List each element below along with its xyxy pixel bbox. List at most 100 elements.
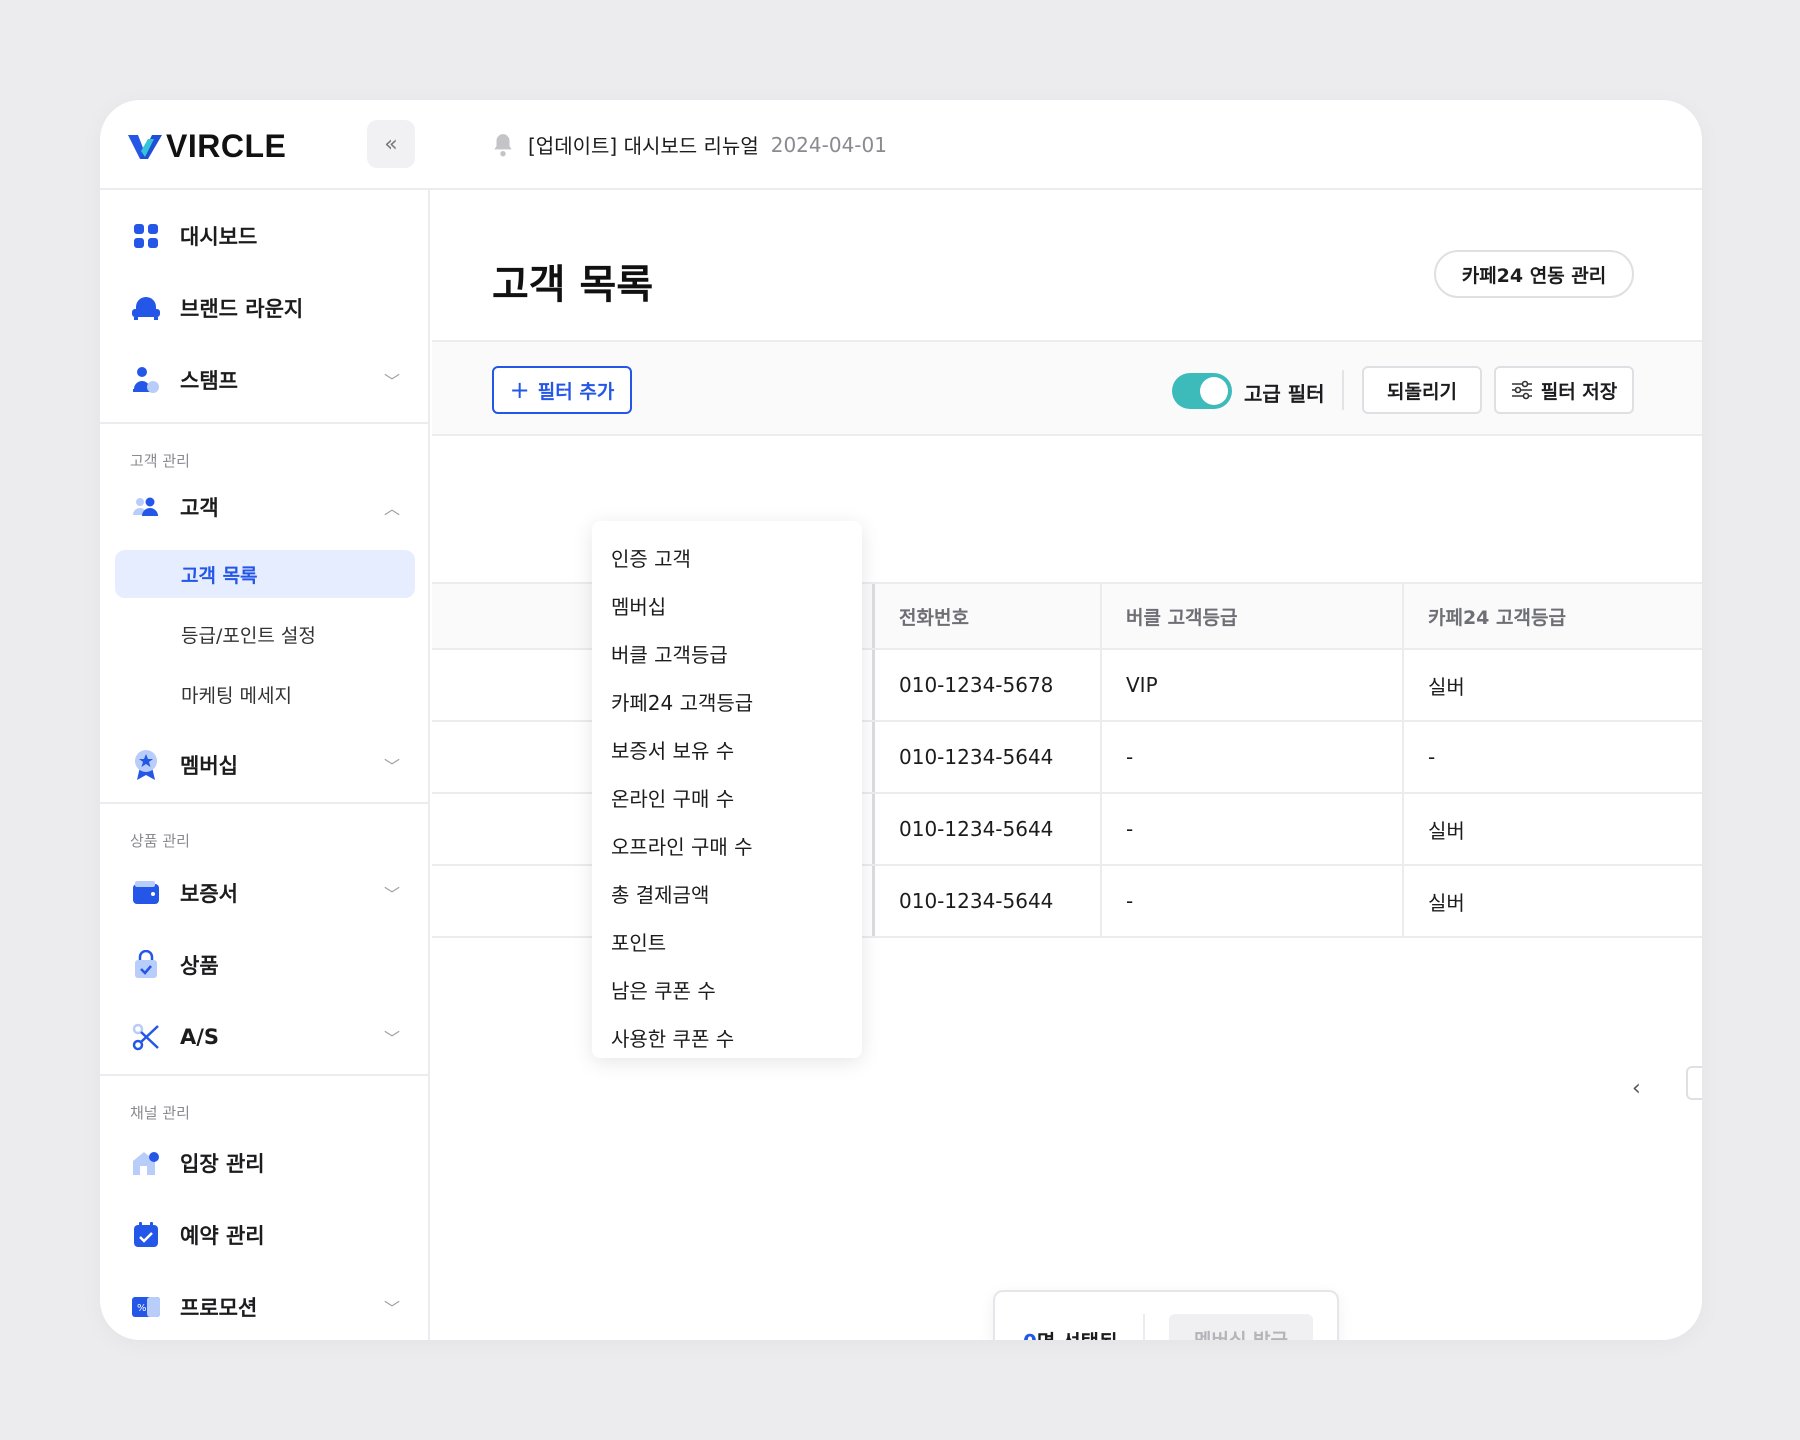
stamp-icon (130, 364, 162, 396)
svg-text:%: % (137, 1303, 147, 1314)
pagination-page-button[interactable] (1686, 1066, 1702, 1100)
selected-count-number: 0 (1023, 1330, 1037, 1340)
cell-cafe24-grade: 실버 (1402, 650, 1702, 720)
collapse-sidebar-button[interactable]: « (367, 120, 415, 168)
app-window: VIRCLE « [업데이트] 대시보드 리뉴얼 2024-04-01 대시보드… (100, 100, 1702, 1340)
cell-cafe24-grade: 실버 (1402, 794, 1702, 864)
save-filter-button[interactable]: 필터 저장 (1494, 366, 1634, 414)
sidebar-item-label: 대시보드 (180, 225, 258, 249)
issue-membership-button[interactable]: 멤버십 발급 (1169, 1314, 1313, 1340)
chevron-down-icon: ﹀ (383, 757, 400, 776)
filter-option[interactable]: 멤버십 (611, 591, 666, 620)
column-header-cafe24-grade[interactable]: 카페24 고객등급 (1402, 584, 1702, 648)
save-filter-label: 필터 저장 (1540, 380, 1618, 403)
filter-bar: + 필터 추가 고급 필터 되돌리기 필터 저장 (432, 340, 1702, 436)
filter-bar-separator (1342, 370, 1344, 410)
reset-button[interactable]: 되돌리기 (1362, 366, 1482, 414)
sidebar-item-label: 프로모션 (180, 1296, 258, 1320)
cell-phone: 010-1234-5678 (872, 650, 1100, 720)
sidebar-item-customer[interactable]: 고객 ︿ (130, 487, 400, 527)
sidebar-item-warranty[interactable]: 보증서 ﹀ (130, 873, 400, 913)
add-filter-label: 필터 추가 (537, 380, 615, 403)
filter-option[interactable]: 보증서 보유 수 (611, 735, 734, 764)
filter-dropdown: 인증 고객 멤버십 버클 고객등급 카페24 고객등급 보증서 보유 수 온라인… (592, 521, 862, 1058)
cell-vircle-grade: VIP (1100, 650, 1402, 720)
cell-vircle-grade: - (1100, 794, 1402, 864)
sidebar-item-label: 보증서 (180, 882, 238, 906)
filter-option[interactable]: 남은 쿠폰 수 (611, 975, 716, 1004)
cell-phone: 010-1234-5644 (872, 722, 1100, 792)
page-title: 고객 목록 (492, 262, 654, 308)
cell-phone: 010-1234-5644 (872, 866, 1100, 936)
dashboard-icon (130, 220, 162, 252)
filter-option[interactable]: 총 결제금액 (611, 879, 709, 908)
sidebar-subitem-marketing[interactable]: 마케팅 메세지 (115, 670, 415, 718)
sofa-icon (130, 292, 162, 324)
filter-option[interactable]: 사용한 쿠폰 수 (611, 1023, 734, 1052)
cafe24-manage-button[interactable]: 카페24 연동 관리 (1434, 250, 1634, 298)
sidebar-item-reservation[interactable]: 예약 관리 (130, 1215, 400, 1255)
wallet-icon (130, 877, 162, 909)
selection-bar: 0명 선택됨 멤버십 발급 (993, 1290, 1339, 1340)
cell-cafe24-grade: 실버 (1402, 866, 1702, 936)
sidebar-item-membership[interactable]: 멤버십 ﹀ (130, 745, 400, 785)
bell-icon (494, 133, 512, 156)
sidebar-subitem-customer-list[interactable]: 고객 목록 (115, 550, 415, 598)
filter-option[interactable]: 인증 고객 (611, 543, 691, 572)
selected-count-suffix: 명 선택됨 (1037, 1330, 1118, 1340)
filter-option[interactable]: 포인트 (611, 927, 666, 956)
users-icon (130, 491, 162, 523)
sidebar-item-as[interactable]: A/S ﹀ (130, 1017, 400, 1057)
filter-option[interactable]: 온라인 구매 수 (611, 783, 734, 812)
calendar-icon (130, 1219, 162, 1251)
sidebar-divider (100, 802, 430, 804)
advanced-filter-toggle[interactable] (1172, 373, 1232, 409)
sidebar-subitem-grade-point[interactable]: 등급/포인트 설정 (115, 610, 415, 658)
coupon-icon: % (130, 1291, 162, 1323)
sidebar-item-label: 고객 (180, 496, 219, 520)
cell-cafe24-grade: - (1402, 722, 1702, 792)
notice-date: 2024-04-01 (770, 132, 887, 157)
sidebar-item-brand-lounge[interactable]: 브랜드 라운지 (130, 288, 400, 328)
section-title-channel: 채널 관리 (130, 1104, 190, 1122)
sliders-icon (1511, 380, 1532, 400)
notice-banner[interactable]: [업데이트] 대시보드 리뉴얼 2024-04-01 (490, 130, 887, 159)
sidebar-divider (100, 422, 430, 424)
sidebar-item-label: 예약 관리 (180, 1224, 265, 1248)
advanced-filter-label: 고급 필터 (1244, 382, 1325, 406)
sidebar-item-dashboard[interactable]: 대시보드 (130, 216, 400, 256)
sidebar-item-promotion[interactable]: % 프로모션 ﹀ (130, 1287, 400, 1327)
section-title-customer: 고객 관리 (130, 452, 190, 470)
column-header-vircle-grade[interactable]: 버클 고객등급 (1100, 584, 1402, 648)
brand-name: VIRCLE (166, 128, 287, 164)
top-bar: VIRCLE « [업데이트] 대시보드 리뉴얼 2024-04-01 (100, 100, 1702, 190)
double-chevron-left-icon: « (384, 131, 398, 157)
scissors-icon (130, 1021, 162, 1053)
cell-vircle-grade: - (1100, 866, 1402, 936)
plus-icon: + (509, 376, 530, 404)
sidebar-item-label: A/S (180, 1025, 220, 1049)
chevron-down-icon: ﹀ (383, 1029, 400, 1048)
toggle-knob (1200, 377, 1228, 405)
sidebar-item-label: 스탬프 (180, 369, 238, 393)
sidebar-item-label: 상품 (180, 954, 219, 978)
filter-option[interactable]: 버클 고객등급 (611, 639, 728, 668)
sidebar-item-stamp[interactable]: 스탬프 ﹀ (130, 360, 400, 400)
cell-phone: 010-1234-5644 (872, 794, 1100, 864)
filter-option[interactable]: 카페24 고객등급 (611, 687, 753, 716)
sidebar-item-product[interactable]: 상품 (130, 945, 400, 985)
store-icon (130, 1147, 162, 1179)
chevron-up-icon: ︿ (383, 499, 400, 518)
sidebar-item-label: 브랜드 라운지 (180, 297, 304, 321)
pagination-prev-icon[interactable]: ‹ (1632, 1076, 1641, 1101)
chevron-down-icon: ﹀ (383, 885, 400, 904)
notice-text: [업데이트] 대시보드 리뉴얼 (528, 134, 759, 158)
chevron-down-icon: ﹀ (383, 372, 400, 391)
column-header-phone[interactable]: 전화번호 (872, 584, 1100, 648)
selected-count: 0명 선택됨 (1023, 1326, 1118, 1340)
brand-logo[interactable]: VIRCLE (128, 128, 286, 165)
add-filter-button[interactable]: + 필터 추가 (492, 366, 632, 414)
sidebar-item-entry[interactable]: 입장 관리 (130, 1143, 400, 1183)
filter-option[interactable]: 오프라인 구매 수 (611, 831, 753, 860)
sidebar-divider (100, 1074, 430, 1076)
